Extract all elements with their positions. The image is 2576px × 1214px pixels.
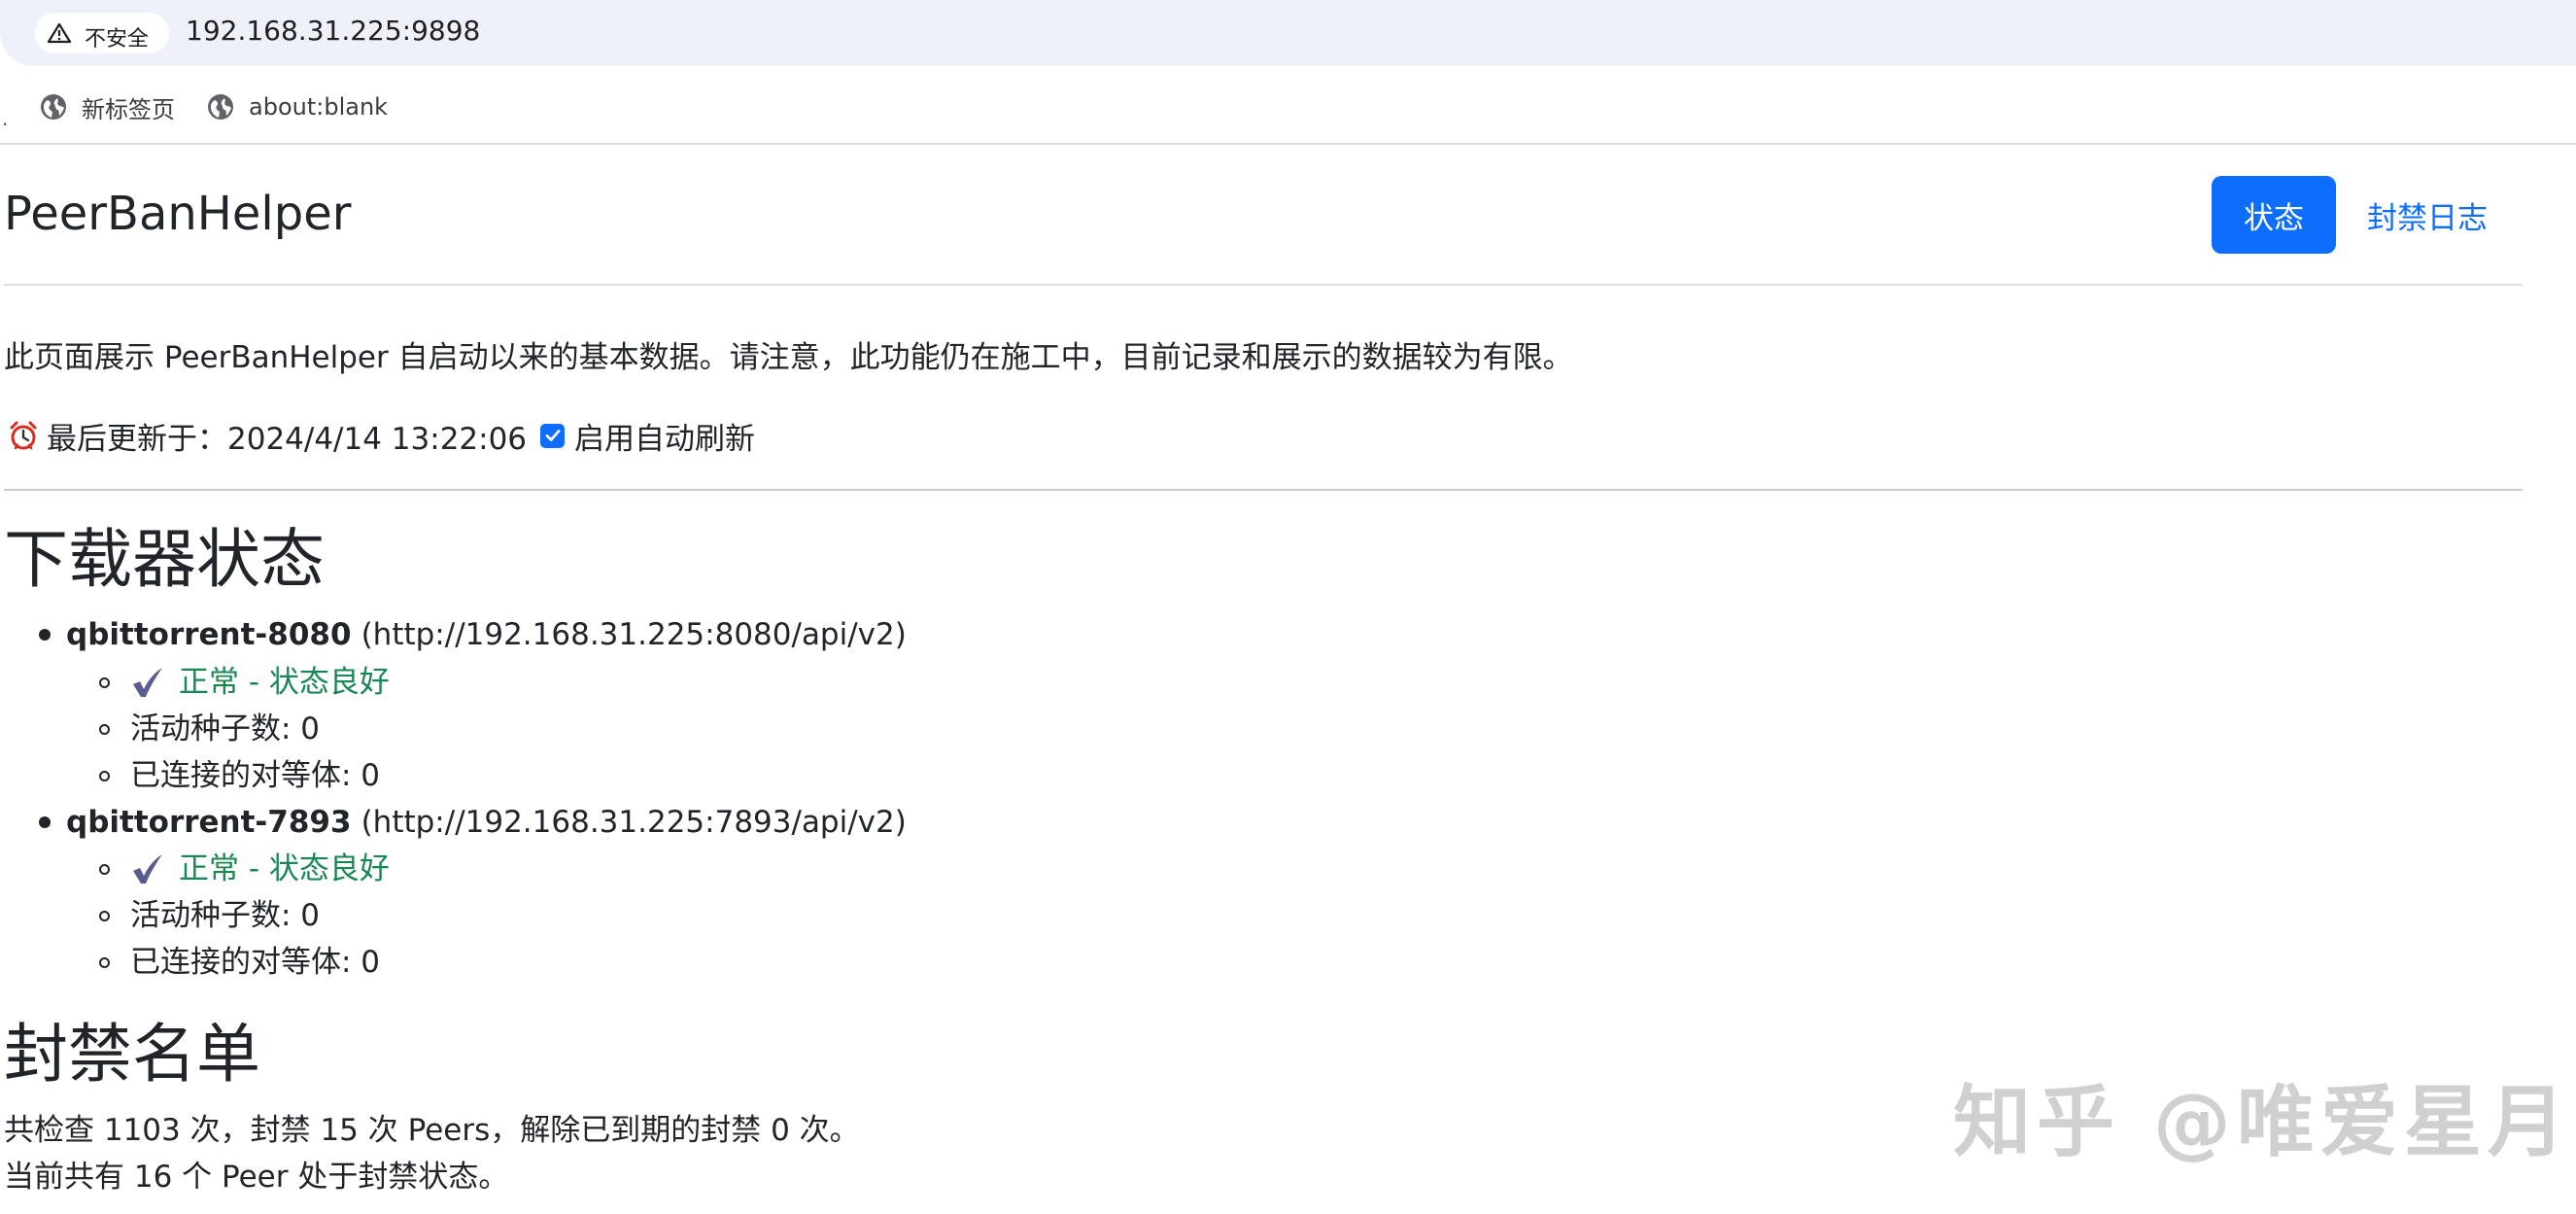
brand-title[interactable]: PeerBanHelper <box>4 185 352 243</box>
list-bullet <box>39 629 51 641</box>
list-bullet <box>99 677 110 688</box>
list-bullet <box>99 864 110 875</box>
downloader-item: qbittorrent-7893 (http://192.168.31.225:… <box>66 799 907 846</box>
watermark: 知乎 @唯爱星月 <box>1953 1077 2571 1167</box>
nav-status-button[interactable]: 状态 <box>2212 176 2336 254</box>
heavy-check-icon <box>133 854 162 884</box>
intro-text: 此页面展示 PeerBanHelper 自启动以来的基本数据。请注意，此功能仍在… <box>4 340 1573 375</box>
list-bullet <box>99 957 110 968</box>
heavy-check-icon <box>133 668 162 697</box>
list-bullet <box>99 771 110 781</box>
last-updated-row: 最后更新于：2024/4/14 13:22:06 启用自动刷新 <box>8 412 755 459</box>
bookmarks-overflow: . <box>2 107 9 130</box>
downloader-name: qbittorrent-8080 <box>66 617 352 652</box>
warning-icon <box>47 22 72 44</box>
downloader-status-heading: 下载器状态 <box>4 522 325 597</box>
list-bullet <box>99 724 110 735</box>
security-indicator[interactable]: 不安全 <box>35 13 169 53</box>
alarm-clock-icon <box>10 421 37 450</box>
list-bullet <box>39 816 51 828</box>
downloader-endpoint: (http://192.168.31.225:7893/api/v2) <box>361 805 907 840</box>
downloader-status: 正常 - 状态良好 <box>130 846 390 892</box>
banlist-summary: 共检查 1103 次，封禁 15 次 Peers，解除已到期的封禁 0 次。 <box>4 1113 860 1148</box>
security-label: 不安全 <box>85 27 150 52</box>
nav-ban-log-link[interactable]: 封禁日志 <box>2367 176 2488 254</box>
banlist-current: 当前共有 16 个 Peer 处于封禁状态。 <box>4 1160 509 1195</box>
active-torrents: 活动种子数: 0 <box>130 898 321 933</box>
list-bullet <box>99 911 110 921</box>
active-torrents: 活动种子数: 0 <box>130 711 321 746</box>
header-divider <box>4 284 2523 286</box>
auto-refresh-label[interactable]: 启用自动刷新 <box>574 414 755 458</box>
globe-icon <box>208 94 233 120</box>
address-bar[interactable]: 不安全 192.168.31.225:9898 <box>0 0 2576 66</box>
bookmark-new-tab[interactable]: 新标签页 <box>39 87 175 126</box>
bookmark-about-blank[interactable]: about:blank <box>206 87 388 126</box>
url-text[interactable]: 192.168.31.225:9898 <box>186 13 480 50</box>
status-text: 正常 - 状态良好 <box>179 665 390 700</box>
bookmark-label: 新标签页 <box>82 95 175 123</box>
downloader-endpoint: (http://192.168.31.225:8080/api/v2) <box>361 617 907 652</box>
connected-peers: 已连接的对等体: 0 <box>130 758 381 793</box>
status-text: 正常 - 状态良好 <box>179 851 390 886</box>
section-divider <box>4 489 2523 491</box>
globe-icon <box>41 94 66 120</box>
downloader-item: qbittorrent-8080 (http://192.168.31.225:… <box>66 611 907 658</box>
chrome-divider <box>0 143 2576 145</box>
connected-peers: 已连接的对等体: 0 <box>130 945 381 980</box>
downloader-name: qbittorrent-7893 <box>66 805 352 840</box>
banlist-heading: 封禁名单 <box>4 1017 260 1092</box>
checkmark-icon <box>545 430 560 441</box>
auto-refresh-checkbox[interactable] <box>540 423 566 448</box>
bookmarks-bar: . 新标签页 about:blank <box>0 76 2576 144</box>
downloader-status: 正常 - 状态良好 <box>130 659 390 706</box>
bookmark-label: about:blank <box>249 93 389 121</box>
last-updated-text: 最后更新于：2024/4/14 13:22:06 <box>47 421 528 457</box>
